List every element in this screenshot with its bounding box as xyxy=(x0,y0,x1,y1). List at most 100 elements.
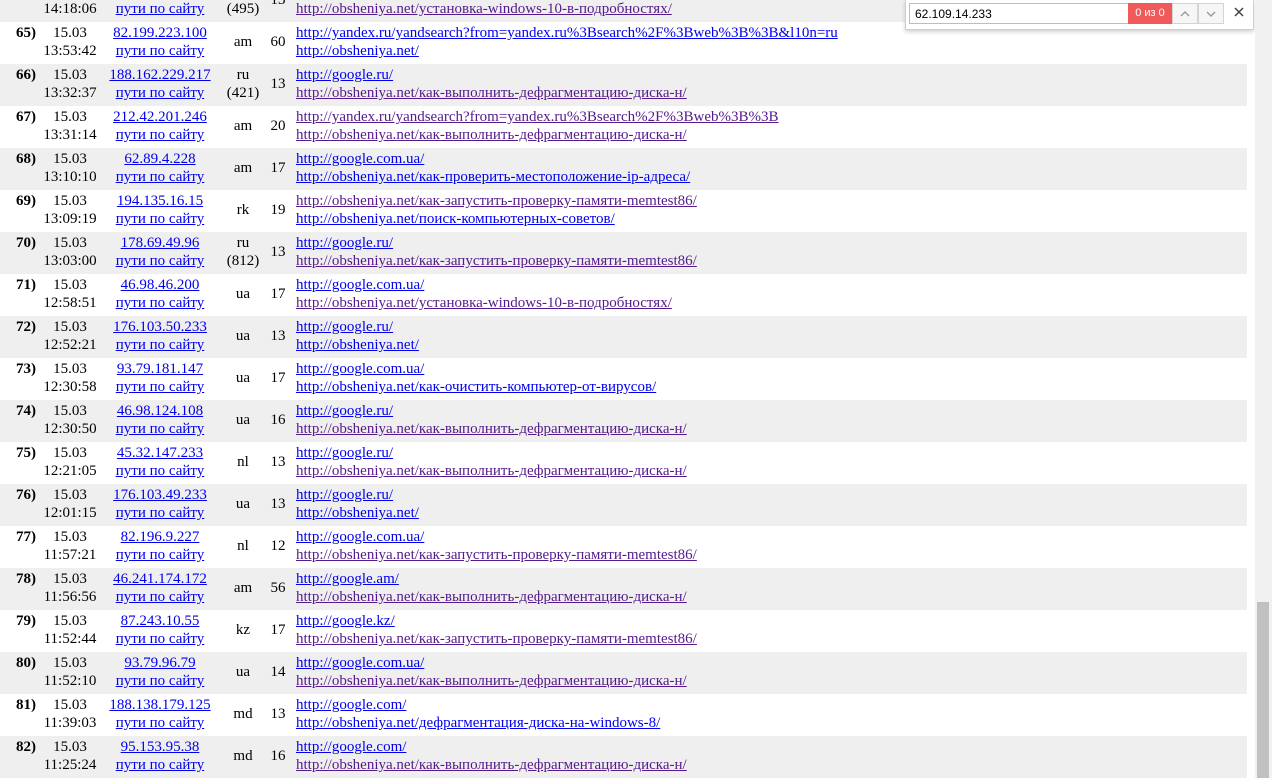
referrer-link[interactable]: http://google.ru/ xyxy=(296,318,1247,336)
referrer-link[interactable]: http://google.ru/ xyxy=(296,234,1247,252)
visit-date: 15.03 xyxy=(53,319,87,335)
ip-address-link[interactable]: 82.196.9.227 xyxy=(100,528,220,546)
site-path-link[interactable]: пути по сайту xyxy=(100,672,220,690)
site-path-link[interactable]: пути по сайту xyxy=(100,504,220,522)
landing-page-link[interactable]: http://obsheniya.net/как-выполнить-дефра… xyxy=(296,756,1247,774)
site-path-link[interactable]: пути по сайту xyxy=(100,588,220,606)
ip-address-link[interactable]: 46.98.46.200 xyxy=(100,276,220,294)
row-number-cell: 72) xyxy=(0,316,40,358)
table-row: 81) 15.03 11:39:03 188.138.179.125 пути по с… xyxy=(0,694,1247,736)
ip-address-link[interactable]: 188.138.179.125 xyxy=(100,696,220,714)
ip-address-link[interactable]: 212.42.201.246 xyxy=(100,108,220,126)
ip-address-link[interactable]: 95.153.95.38 xyxy=(100,738,220,756)
ip-address-link[interactable]: 46.98.124.108 xyxy=(100,402,220,420)
find-input[interactable] xyxy=(909,3,1128,24)
landing-page-link[interactable]: http://obsheniya.net/поиск-компьютерных-… xyxy=(296,210,1247,228)
site-path-link[interactable]: пути по сайту xyxy=(100,336,220,354)
ip-address-link[interactable]: 45.32.147.233 xyxy=(100,444,220,462)
table-row: 73) 15.03 12:30:58 93.79.181.147 пути по сай… xyxy=(0,358,1247,400)
page-views-cell: 17 xyxy=(266,148,290,190)
visit-datetime-cell: 15.03 11:56:56 xyxy=(40,568,100,610)
referrer-link[interactable]: http://google.com.ua/ xyxy=(296,528,1247,546)
row-number-cell: 78) xyxy=(0,568,40,610)
ip-address-link[interactable]: 188.162.229.217 xyxy=(100,66,220,84)
landing-page-link[interactable]: http://obsheniya.net/как-выполнить-дефра… xyxy=(296,462,1247,480)
referrer-link[interactable]: http://google.ru/ xyxy=(296,402,1247,420)
row-number: 66) xyxy=(16,67,36,83)
landing-page-link[interactable]: http://obsheniya.net/как-выполнить-дефра… xyxy=(296,126,1247,144)
site-path-link[interactable]: пути по сайту xyxy=(100,462,220,480)
site-path-link[interactable]: пути по сайту xyxy=(100,294,220,312)
landing-page-link[interactable]: http://obsheniya.net/как-выполнить-дефра… xyxy=(296,672,1247,690)
site-path-link[interactable]: пути по сайту xyxy=(100,756,220,774)
row-number-cell: 68) xyxy=(0,148,40,190)
referrer-link[interactable]: http://yandex.ru/yandsearch?from=yandex.… xyxy=(296,108,1247,126)
ip-address-link[interactable]: 178.69.49.96 xyxy=(100,234,220,252)
table-row: 71) 15.03 12:58:51 46.98.46.200 пути по сайт… xyxy=(0,274,1247,316)
country-code: am xyxy=(233,34,253,50)
url-cell: http://google.com.ua/http://obsheniya.ne… xyxy=(290,526,1247,568)
referrer-link[interactable]: http://google.com/ xyxy=(296,696,1247,714)
landing-page-link[interactable]: http://obsheniya.net/как-запустить-прове… xyxy=(296,630,1247,648)
referrer-link[interactable]: http://google.com.ua/ xyxy=(296,150,1247,168)
site-path-link[interactable]: пути по сайту xyxy=(100,42,220,60)
referrer-link[interactable]: http://obsheniya.net/как-запустить-прове… xyxy=(296,192,1247,210)
find-next-button[interactable] xyxy=(1198,3,1224,24)
ip-address-link[interactable]: 46.241.174.172 xyxy=(100,570,220,588)
ip-address-link[interactable]: 62.89.4.228 xyxy=(100,150,220,168)
site-path-link[interactable]: пути по сайту xyxy=(100,84,220,102)
landing-page-link[interactable]: http://obsheniya.net/дефрагментация-диск… xyxy=(296,714,1247,732)
find-previous-button[interactable] xyxy=(1172,3,1198,24)
site-path-link[interactable]: пути по сайту xyxy=(100,210,220,228)
ip-address-link[interactable]: 93.79.181.147 xyxy=(100,360,220,378)
vertical-scrollbar[interactable] xyxy=(1255,0,1272,778)
site-path-link[interactable]: пути по сайту xyxy=(100,630,220,648)
site-path-link[interactable]: пути по сайту xyxy=(100,252,220,270)
url-cell: http://google.ru/http://obsheniya.net/ка… xyxy=(290,232,1247,274)
page-views: 13 xyxy=(270,76,286,92)
find-close-button[interactable] xyxy=(1230,4,1248,22)
scrollbar-thumb[interactable] xyxy=(1257,602,1269,778)
visit-time: 12:30:58 xyxy=(43,379,97,395)
landing-page-link[interactable]: http://obsheniya.net/как-проверить-место… xyxy=(296,168,1247,186)
site-path-link[interactable]: пути по сайту xyxy=(100,126,220,144)
row-number: 79) xyxy=(16,613,36,629)
landing-page-link[interactable]: http://obsheniya.net/как-запустить-прове… xyxy=(296,546,1247,564)
referrer-link[interactable]: http://google.com.ua/ xyxy=(296,654,1247,672)
site-path-link[interactable]: пути по сайту xyxy=(100,420,220,438)
referrer-link[interactable]: http://google.ru/ xyxy=(296,444,1247,462)
ip-address-link[interactable]: 176.103.50.233 xyxy=(100,318,220,336)
country-cell: md xyxy=(220,736,266,778)
landing-page-link[interactable]: http://obsheniya.net/как-очистить-компью… xyxy=(296,378,1247,396)
site-path-link[interactable]: пути по сайту xyxy=(100,378,220,396)
ip-address-link[interactable]: 176.103.49.233 xyxy=(100,486,220,504)
landing-page-link[interactable]: http://obsheniya.net/установка-windows-1… xyxy=(296,294,1247,312)
landing-page-link[interactable]: http://obsheniya.net/ xyxy=(296,42,1247,60)
landing-page-link[interactable]: http://obsheniya.net/ xyxy=(296,504,1247,522)
country-visit-count: (495) xyxy=(226,1,260,17)
landing-page-link[interactable]: http://obsheniya.net/как-выполнить-дефра… xyxy=(296,420,1247,438)
referrer-link[interactable]: http://google.am/ xyxy=(296,570,1247,588)
landing-page-link[interactable]: http://obsheniya.net/как-выполнить-дефра… xyxy=(296,84,1247,102)
row-number: 74) xyxy=(16,403,36,419)
referrer-link[interactable]: http://google.ru/ xyxy=(296,66,1247,84)
ip-address-link[interactable]: 93.79.96.79 xyxy=(100,654,220,672)
referrer-link[interactable]: http://google.kz/ xyxy=(296,612,1247,630)
site-path-link[interactable]: пути по сайту xyxy=(100,0,220,18)
referrer-link[interactable]: http://google.com/ xyxy=(296,738,1247,756)
ip-address-link[interactable]: 194.135.16.15 xyxy=(100,192,220,210)
ip-address-link[interactable]: 87.243.10.55 xyxy=(100,612,220,630)
site-path-link[interactable]: пути по сайту xyxy=(100,714,220,732)
row-number-cell: 77) xyxy=(0,526,40,568)
referrer-link[interactable]: http://google.com.ua/ xyxy=(296,360,1247,378)
landing-page-link[interactable]: http://obsheniya.net/как-выполнить-дефра… xyxy=(296,588,1247,606)
site-path-link[interactable]: пути по сайту xyxy=(100,168,220,186)
referrer-link[interactable]: http://google.com.ua/ xyxy=(296,276,1247,294)
site-path-link[interactable]: пути по сайту xyxy=(100,546,220,564)
visit-date: 15.03 xyxy=(53,655,87,671)
landing-page-link[interactable]: http://obsheniya.net/как-запустить-прове… xyxy=(296,252,1247,270)
referrer-link[interactable]: http://google.ru/ xyxy=(296,486,1247,504)
landing-page-link[interactable]: http://obsheniya.net/ xyxy=(296,336,1247,354)
country-cell: am xyxy=(220,148,266,190)
ip-address-link[interactable]: 82.199.223.100 xyxy=(100,24,220,42)
